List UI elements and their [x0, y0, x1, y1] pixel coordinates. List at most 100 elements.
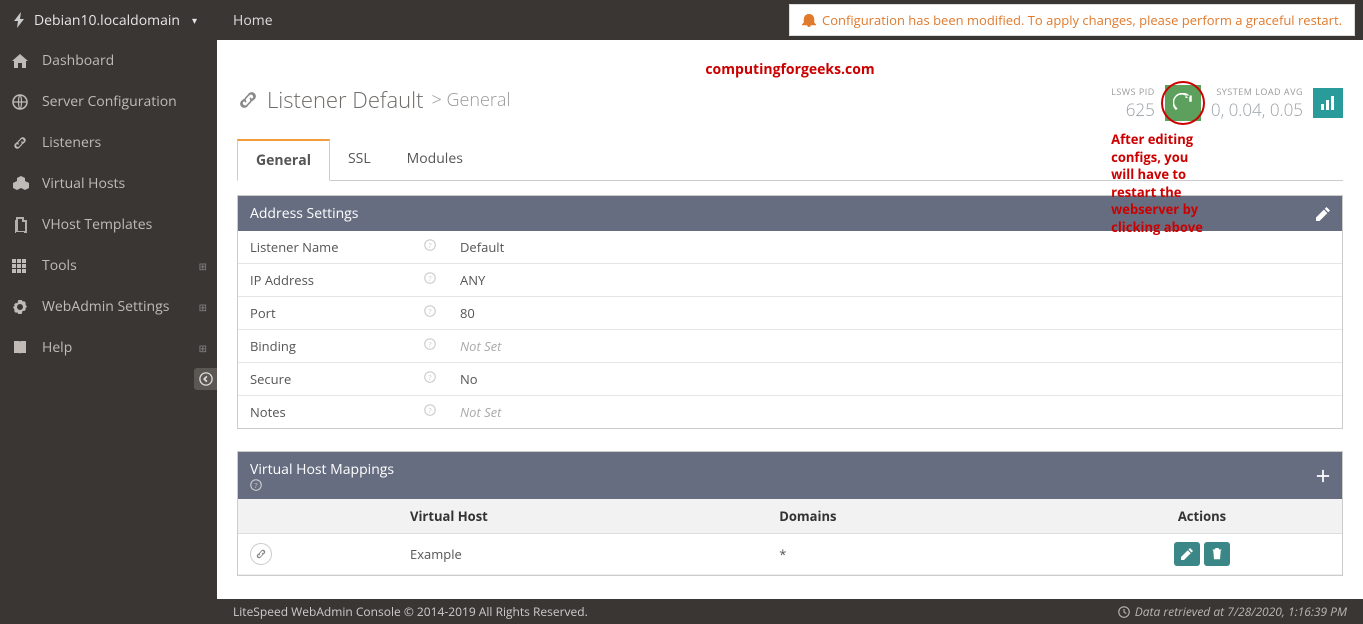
setting-value: 80 [448, 297, 1342, 329]
sidebar-item-vhosts[interactable]: Virtual Hosts [0, 163, 217, 204]
sidebar-item-listeners[interactable]: Listeners [0, 122, 217, 163]
col-vhost: Virtual Host [398, 499, 767, 534]
book-icon [12, 340, 30, 356]
main-content: computingforgeeks.com Listener Default >… [217, 40, 1363, 599]
top-bar: Debian10.localdomain ▾ Home Configuratio… [0, 0, 1363, 40]
sidebar-label: Help [42, 338, 72, 357]
page-header: Listener Default > General LSWS PID 625 … [237, 85, 1343, 121]
page-title-sub: > General [432, 88, 511, 112]
gear-icon [12, 299, 30, 315]
setting-row: IP Address?ANY [238, 264, 1342, 297]
setting-label: Secure? [238, 363, 448, 395]
sidebar-label: Tools [42, 256, 77, 275]
sidebar-label: WebAdmin Settings [42, 297, 169, 316]
help-icon[interactable]: ? [424, 371, 436, 383]
annotation-text: After editing configs, you will have to … [1111, 131, 1223, 236]
row-icon-cell [238, 534, 398, 575]
tab-ssl[interactable]: SSL [330, 139, 389, 180]
stat-load: SYSTEM LOAD AVG 0, 0.04, 0.05 [1211, 85, 1303, 121]
help-icon[interactable]: ? [424, 338, 436, 350]
breadcrumb[interactable]: Home [217, 11, 273, 30]
grid-icon [12, 259, 30, 273]
setting-row: Binding?Not Set [238, 330, 1342, 363]
setting-row: Notes?Not Set [238, 396, 1342, 428]
table-row: Example* [238, 534, 1342, 575]
restart-button[interactable] [1165, 85, 1201, 121]
title-link-icon [237, 89, 259, 111]
home-icon [12, 53, 30, 69]
help-icon[interactable]: ? [424, 239, 436, 251]
notification-text: Configuration has been modified. To appl… [822, 11, 1342, 29]
vh-mappings-table: Virtual Host Domains Actions Example* [238, 499, 1342, 575]
edit-address-button[interactable] [1316, 207, 1330, 221]
bolt-icon [12, 12, 26, 28]
realtime-stats-button[interactable] [1313, 88, 1343, 118]
col-icon [238, 499, 398, 534]
footer: LiteSpeed WebAdmin Console © 2014-2019 A… [217, 599, 1363, 624]
panel-title: Address Settings [250, 204, 358, 223]
expand-icon: ⊞ [199, 259, 207, 273]
page-title: Listener Default > General [237, 85, 510, 115]
help-icon[interactable]: ? [424, 305, 436, 317]
setting-row: Port?80 [238, 297, 1342, 330]
footer-time-text: Data retrieved at 7/28/2020, 1:16:39 PM [1135, 603, 1347, 620]
watermark: computingforgeeks.com [237, 60, 1343, 79]
sidebar-item-help[interactable]: Help ⊞ [0, 327, 217, 368]
sidebar-label: VHost Templates [42, 215, 152, 234]
panel-vh-mappings: Virtual Host Mappings ? Virtual Host Dom… [237, 451, 1343, 576]
bell-icon [802, 13, 816, 27]
sidebar-item-server-config[interactable]: Server Configuration [0, 81, 217, 122]
copy-icon [12, 217, 30, 233]
stat-pid-label: LSWS PID [1111, 85, 1155, 98]
panel-header-vh: Virtual Host Mappings ? [238, 452, 1342, 499]
stat-load-value: 0, 0.04, 0.05 [1211, 98, 1303, 121]
sidebar-label: Listeners [42, 133, 101, 152]
sidebar-collapse-button[interactable] [194, 368, 218, 390]
host-selector[interactable]: Debian10.localdomain ▾ [0, 11, 217, 30]
clock-icon [1118, 606, 1130, 618]
setting-label: Listener Name? [238, 231, 448, 263]
sidebar-item-vhost-templates[interactable]: VHost Templates [0, 204, 217, 245]
add-mapping-button[interactable] [1316, 469, 1330, 483]
footer-copyright: LiteSpeed WebAdmin Console © 2014-2019 A… [233, 603, 588, 620]
caret-down-icon: ▾ [192, 13, 197, 27]
setting-value: ANY [448, 264, 1342, 296]
sidebar: Dashboard Server Configuration Listeners… [0, 40, 217, 624]
col-domains: Domains [767, 499, 1062, 534]
tab-general[interactable]: General [237, 139, 330, 181]
expand-icon: ⊞ [199, 341, 207, 355]
help-icon[interactable]: ? [250, 479, 400, 491]
sidebar-label: Server Configuration [42, 92, 177, 111]
setting-label: IP Address? [238, 264, 448, 296]
edit-mapping-button[interactable] [1174, 542, 1200, 566]
sidebar-label: Dashboard [42, 51, 114, 70]
sidebar-item-webadmin[interactable]: WebAdmin Settings ⊞ [0, 286, 217, 327]
globe-icon [12, 94, 30, 110]
delete-mapping-button[interactable] [1204, 542, 1230, 566]
col-actions: Actions [1062, 499, 1342, 534]
setting-value: Not Set [448, 396, 1342, 428]
sidebar-label: Virtual Hosts [42, 174, 125, 193]
help-icon[interactable]: ? [424, 272, 436, 284]
footer-timestamp: Data retrieved at 7/28/2020, 1:16:39 PM [1118, 603, 1347, 620]
tab-modules[interactable]: Modules [389, 139, 481, 180]
page-title-text: Listener Default [267, 85, 424, 115]
header-stats: LSWS PID 625 SYSTEM LOAD AVG 0, 0.04, 0.… [1111, 85, 1343, 121]
stat-pid: LSWS PID 625 [1111, 85, 1155, 121]
setting-label: Binding? [238, 330, 448, 362]
sidebar-item-dashboard[interactable]: Dashboard [0, 40, 217, 81]
setting-value: No [448, 363, 1342, 395]
setting-value: Not Set [448, 330, 1342, 362]
expand-icon: ⊞ [199, 300, 207, 314]
row-domains: * [767, 534, 1062, 575]
sidebar-item-tools[interactable]: Tools ⊞ [0, 245, 217, 286]
cubes-icon [12, 176, 30, 192]
link-icon [12, 135, 30, 151]
stat-pid-value: 625 [1111, 98, 1155, 121]
link-icon [250, 543, 272, 565]
host-label: Debian10.localdomain [34, 11, 180, 30]
row-actions [1062, 534, 1342, 575]
setting-label: Notes? [238, 396, 448, 428]
row-vhost: Example [398, 534, 767, 575]
help-icon[interactable]: ? [424, 404, 436, 416]
